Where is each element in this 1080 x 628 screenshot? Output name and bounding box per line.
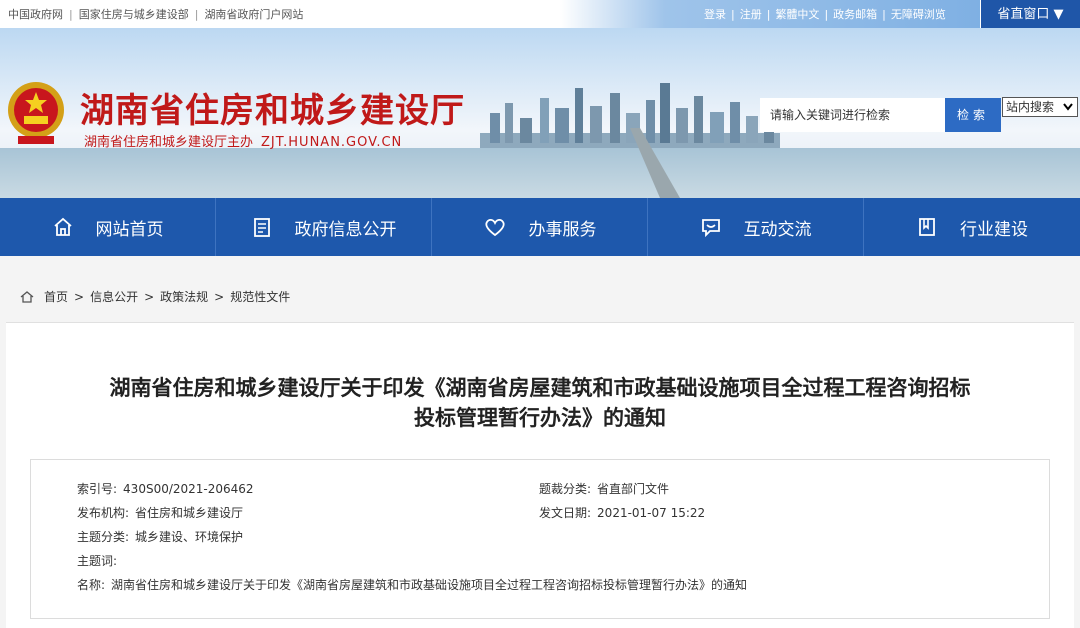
site-sponsor: 湖南省住房和城乡建设厅主办	[84, 135, 254, 150]
search-scope-value: 站内搜索	[1006, 100, 1055, 114]
title-line-2: 投标管理暂行办法》的通知	[414, 406, 666, 430]
nav-item-home[interactable]: 网站首页	[0, 198, 216, 256]
link-gov-cn[interactable]: 中国政府网	[8, 8, 63, 21]
title-line-1: 湖南省住房和城乡建设厅关于印发《湖南省房屋建筑和市政基础设施项目全过程工程咨询招…	[109, 376, 971, 400]
breadcrumb-normative[interactable]: 规范性文件	[230, 288, 290, 305]
nav-item-gov-info[interactable]: 政府信息公开	[216, 198, 432, 256]
document-icon	[253, 218, 270, 237]
nav-item-industry[interactable]: 行业建设	[864, 198, 1080, 256]
top-links-right: 登录 | 注册 | 繁體中文 | 政务邮箱 | 无障碍浏览	[704, 8, 946, 21]
meta-keywords: 主题词:	[77, 554, 118, 568]
search-scope-select[interactable]: 站内搜索	[1002, 97, 1078, 117]
metadata-box: 索引号: 430S00/2021-206462 题裁分类: 省直部门文件 发布机构:…	[30, 459, 1050, 619]
nav-label: 政府信息公开	[294, 219, 397, 240]
nav-item-interaction[interactable]: 互动交流	[648, 198, 864, 256]
dept-window-button[interactable]: 省直窗口 ▼	[981, 0, 1080, 30]
book-icon	[919, 218, 935, 236]
meta-date: 发文日期: 2021-01-07 15:22	[539, 506, 706, 520]
site-title: 湖南省住房和城乡建设厅	[80, 91, 465, 131]
breadcrumb-home[interactable]: 首页	[44, 288, 68, 305]
meta-name: 名称: 湖南省住房和城乡建设厅关于印发《湖南省房屋建筑和市政基础设施项目全过程工程…	[77, 578, 748, 592]
breadcrumb-policy[interactable]: 政策法规	[160, 288, 208, 305]
nav-label: 网站首页	[95, 219, 164, 240]
nav-label: 行业建设	[960, 219, 1028, 240]
top-links-left: 中国政府网 | 国家住房与城乡建设部 | 湖南省政府门户网站	[8, 8, 304, 21]
article-panel: 湖南省住房和城乡建设厅关于印发《湖南省房屋建筑和市政基础设施项目全过程工程咨询招…	[6, 322, 1074, 628]
search-button[interactable]: 检索	[945, 98, 1001, 132]
meta-category: 题裁分类: 省直部门文件	[539, 482, 670, 496]
accessibility-link[interactable]: 无障碍浏览	[891, 8, 946, 21]
nav-item-services[interactable]: 办事服务	[432, 198, 648, 256]
national-emblem-icon	[8, 82, 64, 144]
login-link[interactable]: 登录	[704, 8, 726, 21]
home-icon	[20, 290, 34, 303]
bridge-image	[630, 128, 680, 198]
meta-index-no: 索引号: 430S00/2021-206462	[77, 482, 254, 496]
register-link[interactable]: 注册	[740, 8, 762, 21]
banner: 湖南省住房和城乡建设厅 湖南省住房和城乡建设厅主办 ZJT.HUNAN.GOV.C…	[0, 28, 1080, 198]
main-nav: 网站首页 政府信息公开 办事服务 互动交流 行业建设	[0, 198, 1080, 256]
page-title: 湖南省住房和城乡建设厅关于印发《湖南省房屋建筑和市政基础设施项目全过程工程咨询招…	[6, 373, 1074, 433]
email-link[interactable]: 政务邮箱	[833, 8, 877, 21]
meta-topic: 主题分类: 城乡建设、环境保护	[77, 530, 244, 544]
site-url: ZJT.HUNAN.GOV.CN	[261, 135, 403, 150]
breadcrumb: 首页 > 信息公开 > 政策法规 > 规范性文件	[0, 276, 1080, 316]
meta-issuer: 发布机构: 省住房和城乡建设厅	[77, 506, 244, 520]
site-subtitle: 湖南省住房和城乡建设厅主办 ZJT.HUNAN.GOV.CN	[84, 131, 402, 150]
link-hunan-gov[interactable]: 湖南省政府门户网站	[204, 8, 303, 21]
search-input[interactable]: 请输入关键词进行检索	[760, 98, 945, 132]
chevron-down-icon	[1062, 98, 1074, 120]
nav-label: 办事服务	[528, 219, 597, 240]
top-bar: 中国政府网 | 国家住房与城乡建设部 | 湖南省政府门户网站 登录 | 注册 | 繁體中文 | 政务…	[0, 0, 1080, 30]
heart-icon	[484, 218, 505, 237]
home-icon	[53, 217, 72, 236]
breadcrumb-info[interactable]: 信息公开	[90, 288, 138, 305]
chat-icon	[701, 219, 720, 238]
river-image	[0, 148, 1080, 198]
nav-label: 互动交流	[743, 219, 812, 240]
traditional-chinese-link[interactable]: 繁體中文	[775, 8, 819, 21]
link-mohurd[interactable]: 国家住房与城乡建设部	[79, 8, 189, 21]
